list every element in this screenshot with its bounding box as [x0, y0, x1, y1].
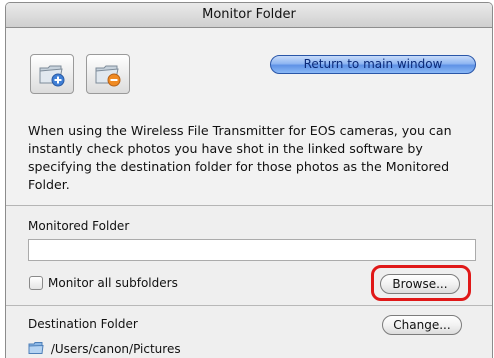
monitored-folder-label: Monitored Folder	[28, 219, 130, 233]
monitor-folder-window: Monitor Folder Return to main window Whe…	[5, 2, 493, 358]
folder-icon	[28, 342, 51, 356]
destination-path-row: /Users/canon/Pictures	[28, 341, 181, 356]
return-to-main-window-button[interactable]: Return to main window	[270, 55, 476, 74]
description-text: When using the Wireless File Transmitter…	[28, 123, 452, 192]
window-title: Monitor Folder	[6, 3, 492, 28]
add-folder-button[interactable]	[30, 54, 74, 94]
monitored-folder-field[interactable]	[28, 239, 476, 261]
top-panel: Return to main window When using the Wir…	[6, 28, 492, 206]
destination-folder-label: Destination Folder	[28, 317, 138, 331]
section-divider	[6, 305, 492, 306]
browse-highlight	[371, 265, 471, 301]
destination-path: /Users/canon/Pictures	[50, 342, 181, 356]
remove-folder-button[interactable]	[86, 54, 130, 94]
monitor-subfolders-label: Monitor all subfolders	[48, 276, 178, 290]
monitor-subfolders-checkbox[interactable]	[29, 276, 43, 290]
change-button[interactable]: Change...	[382, 315, 462, 335]
